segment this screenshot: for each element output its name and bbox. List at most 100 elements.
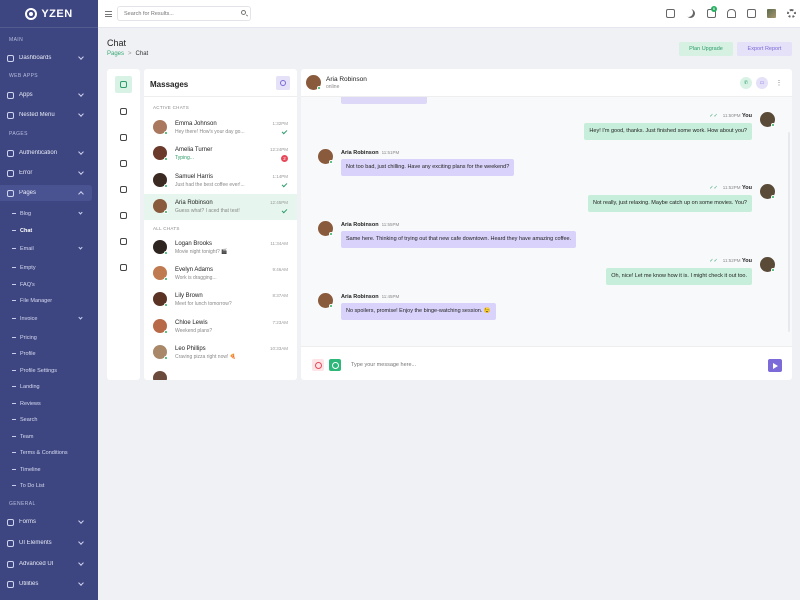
sidebar-sub-terms[interactable]: Terms & Conditions (0, 446, 98, 459)
box-icon (7, 539, 14, 547)
conversation-list: Massages ACTIVE CHATS Emma Johnson Hey t… (144, 69, 297, 380)
rail-profile-button[interactable] (115, 233, 132, 250)
send-button[interactable] (768, 359, 782, 372)
rail-files-button[interactable] (115, 259, 132, 276)
sidebar: YZEN MAIN Dashboards WEB APPS Apps Neste… (0, 0, 98, 600)
calendar-icon (120, 212, 127, 219)
list-item[interactable]: Leo Phillips Craving pizza right now! 🍕 … (144, 340, 297, 366)
tool-icon (7, 580, 14, 588)
list-item[interactable]: Evelyn Adams Work is dragging... 9:46AM (144, 261, 297, 287)
id-card-icon (120, 238, 127, 245)
top-header: 6 (98, 0, 800, 28)
message-bubble: Not too bad, just chilling. Have any exc… (341, 159, 515, 176)
sidebar-item-utilities[interactable]: Utilities (0, 576, 98, 592)
sidebar-item-forms[interactable]: Forms (0, 514, 98, 530)
list-item[interactable]: Emma Johnson Hey there! How's your day g… (144, 115, 297, 141)
sidebar-sub-faqs[interactable]: FAQ's (0, 278, 98, 291)
sidebar-item-nested-menu[interactable]: Nested Menu (0, 107, 98, 123)
rail-calls-button[interactable] (115, 129, 132, 146)
sidebar-sub-blog[interactable]: Blog (0, 207, 98, 220)
chevron-down-icon (78, 560, 84, 566)
settings-gear-icon[interactable] (787, 9, 796, 18)
list-item[interactable]: Chloe Lewis Weekend plans? 7:23AM (144, 314, 297, 340)
search-input[interactable] (117, 6, 251, 21)
voice-call-button[interactable]: ✆ (740, 77, 752, 89)
sidebar-sub-chat[interactable]: Chat (0, 224, 98, 237)
language-icon[interactable] (666, 9, 675, 18)
sidebar-sub-landing[interactable]: Landing (0, 380, 98, 393)
chevron-down-icon (78, 580, 84, 586)
active-chats-label: ACTIVE CHATS (153, 105, 190, 110)
list-item[interactable] (144, 366, 297, 380)
sidebar-item-error[interactable]: Error (0, 165, 98, 181)
emoji-picker-button[interactable] (312, 359, 324, 371)
list-item[interactable]: Samuel Harris Just had the best coffee e… (144, 168, 297, 194)
chevron-down-icon (78, 210, 83, 215)
sidebar-sub-team[interactable]: Team (0, 430, 98, 443)
brand-logo[interactable]: YZEN (0, 0, 98, 28)
sidebar-sub-invoice[interactable]: Invoice (0, 312, 98, 325)
menu-toggle-icon[interactable] (105, 11, 112, 17)
stack-icon (7, 560, 14, 568)
chevron-up-icon (78, 191, 84, 197)
sidebar-item-advanced-ui[interactable]: Advanced UI (0, 556, 98, 572)
lock-icon (7, 149, 14, 157)
video-call-button[interactable]: ▭ (756, 77, 768, 89)
user-avatar[interactable] (767, 9, 776, 18)
chat-header: Aria Robinson online ✆ ▭ ⋮ (301, 69, 792, 97)
online-dot (329, 304, 333, 308)
chevron-down-icon (78, 149, 84, 155)
apps-grid-icon[interactable] (747, 9, 756, 18)
breadcrumb-current: Chat (135, 51, 149, 57)
chevron-down-icon (78, 111, 84, 117)
sidebar-sub-file-manager[interactable]: File Manager (0, 294, 98, 307)
sidebar-sub-pricing[interactable]: Pricing (0, 331, 98, 344)
online-dot (164, 277, 168, 281)
sidebar-sub-timeline[interactable]: Timeline (0, 463, 98, 476)
message-bubble: Oh, nice! Let me know how it is. I might… (606, 268, 752, 285)
avatar (153, 371, 167, 380)
list-item[interactable]: Lily Brown Meet for lunch tomorrow? 8:37… (144, 287, 297, 313)
plan-upgrade-button[interactable]: Plan Upgrade (679, 42, 733, 56)
sidebar-sub-profile-settings[interactable]: Profile Settings (0, 364, 98, 377)
list-item[interactable]: Logan Brooks Movie night tonight? 🎬 11:3… (144, 235, 297, 261)
contact-status: online (326, 84, 340, 90)
rail-documents-button[interactable] (115, 181, 132, 198)
theme-toggle-icon[interactable] (686, 9, 695, 18)
sidebar-item-ui-elements[interactable]: UI Elements (0, 535, 98, 551)
export-report-button[interactable]: Export Report (737, 42, 792, 56)
sidebar-sub-profile[interactable]: Profile (0, 347, 98, 360)
message-input[interactable] (346, 358, 764, 372)
list-item[interactable]: Amelia Turner Typing... 12:24PM 2 (144, 141, 297, 167)
online-dot (164, 330, 168, 334)
breadcrumb: Pages > Chat (107, 51, 148, 57)
user-plus-icon (120, 160, 127, 167)
sidebar-item-apps[interactable]: Apps (0, 87, 98, 103)
conversation-settings-button[interactable] (276, 76, 290, 90)
sidebar-sub-search[interactable]: Search (0, 413, 98, 426)
section-label-main: MAIN (9, 37, 24, 43)
notification-bell-icon[interactable] (727, 9, 736, 18)
attachment-button[interactable] (329, 359, 341, 371)
phone-icon: ✆ (743, 80, 749, 86)
rail-contacts-button[interactable] (115, 103, 132, 120)
sidebar-item-dashboards[interactable]: Dashboards (0, 50, 98, 66)
sidebar-sub-todo[interactable]: To Do List (0, 479, 98, 492)
online-dot (164, 157, 168, 161)
rail-add-user-button[interactable] (115, 155, 132, 172)
online-dot (164, 210, 168, 214)
rail-chats-button[interactable] (115, 76, 132, 93)
sidebar-item-pages[interactable]: Pages (0, 185, 92, 201)
sidebar-sub-empty[interactable]: Empty (0, 261, 98, 274)
rail-calendar-button[interactable] (115, 207, 132, 224)
breadcrumb-link-pages[interactable]: Pages (107, 51, 124, 57)
section-label-webapps: WEB APPS (9, 73, 39, 79)
list-item[interactable]: Aria Robinson Guess what? I aced that te… (144, 194, 297, 220)
sidebar-sub-reviews[interactable]: Reviews (0, 397, 98, 410)
sidebar-item-authentication[interactable]: Authentication (0, 145, 98, 161)
more-options-button[interactable]: ⋮ (773, 77, 785, 89)
online-dot (329, 160, 333, 164)
search-icon[interactable] (241, 10, 246, 15)
sidebar-sub-email[interactable]: Email (0, 242, 98, 255)
read-check-icon (281, 181, 288, 188)
